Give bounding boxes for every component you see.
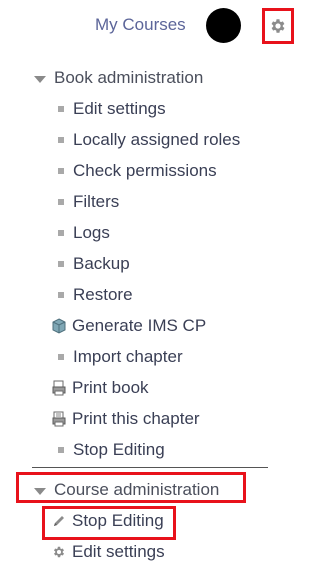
menu-item-label: Logs [73,223,110,242]
square-bullet-icon [58,447,64,453]
square-bullet-icon [58,106,64,112]
menu-item-label: Backup [73,254,130,273]
book-stop-editing-link[interactable]: Stop Editing [58,438,165,462]
book-administration-toggle[interactable]: Book administration [34,66,203,90]
menu-item-label: Import chapter [73,347,183,366]
course-edit-settings-link[interactable]: Edit settings [52,540,165,564]
book-edit-settings-link[interactable]: Edit settings [58,97,166,121]
gear-icon [53,546,65,558]
avatar[interactable] [206,8,241,43]
course-stop-editing-link[interactable]: Stop Editing [52,509,164,533]
square-bullet-icon [58,230,64,236]
menu-item-label: Stop Editing [72,511,164,530]
menu-item-label: Print book [72,378,149,397]
menu-item-label: Print this chapter [72,409,200,428]
backup-link[interactable]: Backup [58,252,130,276]
square-bullet-icon [58,292,64,298]
locally-assigned-roles-link[interactable]: Locally assigned roles [58,128,240,152]
menu-item-label: Generate IMS CP [72,316,207,335]
square-bullet-icon [58,354,64,360]
settings-menu-button[interactable] [262,8,294,44]
course-administration-toggle[interactable]: Course administration [34,478,219,502]
print-book-icon [52,380,66,396]
book-administration-title: Book administration [54,68,204,87]
square-bullet-icon [58,199,64,205]
pencil-icon [54,516,64,526]
page: My Courses Book administration Edit sett… [0,0,302,568]
menu-item-label: Check permissions [73,161,217,180]
menu-item-label: Locally assigned roles [73,130,241,149]
square-bullet-icon [58,137,64,143]
print-this-chapter-link[interactable]: Print this chapter [52,407,200,431]
square-bullet-icon [58,168,64,174]
package-icon [52,318,66,334]
check-permissions-link[interactable]: Check permissions [58,159,217,183]
menu-item-label: Stop Editing [73,440,165,459]
caret-down-icon [34,487,46,495]
my-courses-link[interactable]: My Courses [95,14,186,36]
course-administration-title: Course administration [54,480,220,499]
print-chapter-icon [52,411,66,427]
menu-item-label: Filters [73,192,120,211]
generate-ims-cp-link[interactable]: Generate IMS CP [52,314,206,338]
menu-item-label: Edit settings [73,99,166,118]
caret-down-icon [34,75,46,83]
square-bullet-icon [58,261,64,267]
import-chapter-link[interactable]: Import chapter [58,345,183,369]
filters-link[interactable]: Filters [58,190,119,214]
restore-link[interactable]: Restore [58,283,133,307]
section-divider [32,467,268,468]
gear-icon [271,19,285,33]
menu-item-label: Edit settings [72,542,165,561]
logs-link[interactable]: Logs [58,221,110,245]
menu-item-label: Restore [73,285,133,304]
print-book-link[interactable]: Print book [52,376,149,400]
